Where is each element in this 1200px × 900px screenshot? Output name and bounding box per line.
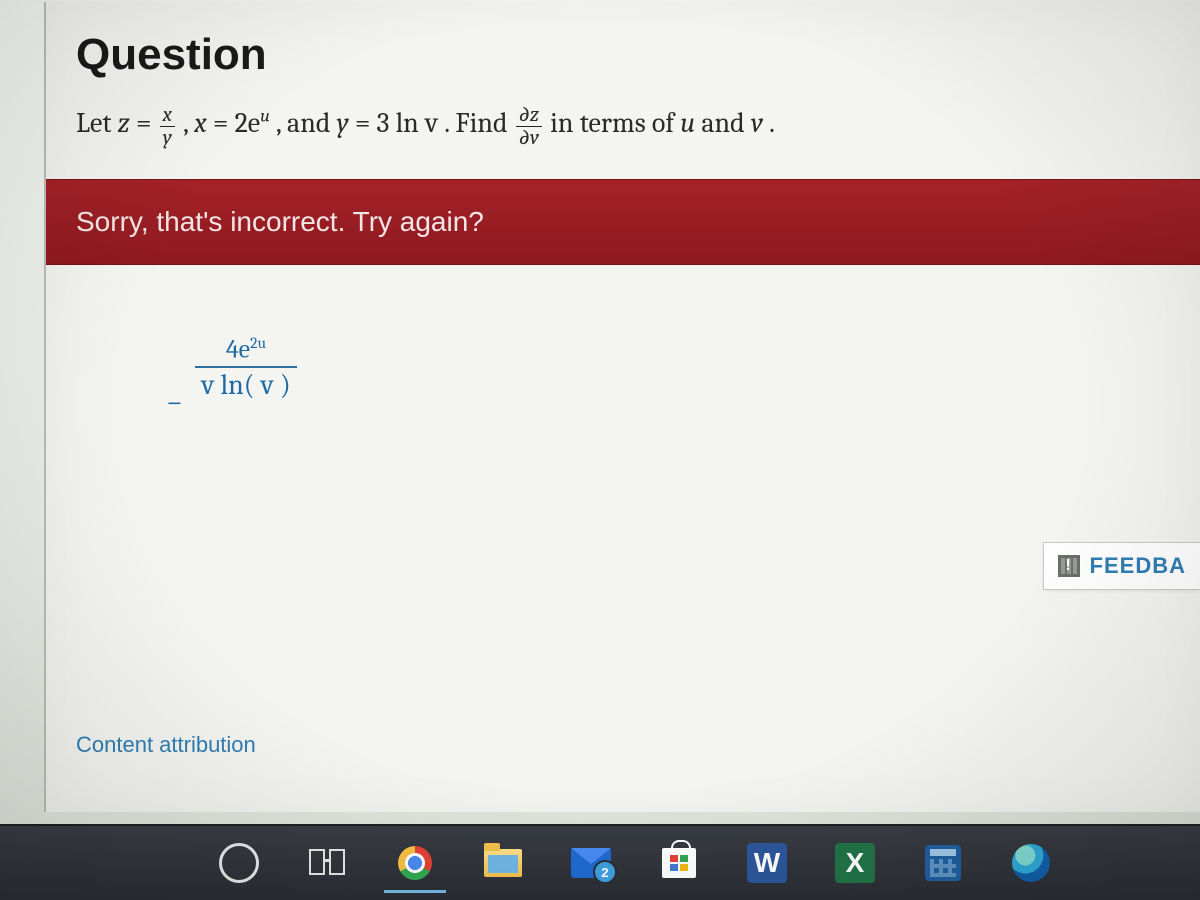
coeff: 4e xyxy=(226,334,250,364)
numerator: x xyxy=(160,104,175,127)
denominator: ∂v xyxy=(516,127,542,149)
question-heading: Question xyxy=(46,2,1200,90)
word-icon: W xyxy=(747,843,787,883)
error-banner: Sorry, that's incorrect. Try again? xyxy=(46,179,1200,265)
question-panel: Question Let z = x y , x = 2eu , and y =… xyxy=(44,2,1200,812)
var-v: v xyxy=(751,107,763,139)
fraction-dz-dv: ∂z ∂v xyxy=(514,104,544,149)
var-x: x xyxy=(194,107,207,139)
text: , and xyxy=(276,107,337,139)
text: and xyxy=(701,107,751,139)
var-y: y xyxy=(337,107,349,139)
submitted-answer: − 4e2u v ln( v ) xyxy=(166,335,297,420)
excel-icon: X xyxy=(835,843,875,883)
calculator-icon xyxy=(925,845,961,881)
taskbar-chrome[interactable] xyxy=(376,830,454,896)
text: Let xyxy=(76,107,118,139)
var-u: u xyxy=(680,107,695,139)
text: = 2e xyxy=(213,107,260,139)
chrome-icon xyxy=(398,846,432,880)
content-attribution-link[interactable]: Content attribution xyxy=(76,732,256,758)
taskbar-mail[interactable]: 2 xyxy=(552,830,630,896)
exp-u: u xyxy=(260,106,270,127)
text: = xyxy=(136,107,158,139)
answer-area[interactable]: − 4e2u v ln( v ) xyxy=(46,265,1200,545)
taskbar-excel[interactable]: X xyxy=(816,830,894,896)
text: . Find xyxy=(444,107,513,139)
minus-sign: − xyxy=(166,385,183,420)
taskbar-word[interactable]: W xyxy=(728,830,806,896)
fraction-x-over-y: x y xyxy=(158,104,177,149)
text: = 3 ln v xyxy=(355,107,438,139)
windows-taskbar: 2 W X xyxy=(0,824,1200,900)
numerator: ∂z xyxy=(516,104,542,127)
screen-root: Question Let z = x y , x = 2eu , and y =… xyxy=(0,0,1200,900)
exp: 2u xyxy=(250,334,266,352)
text: , xyxy=(183,107,194,139)
text: . xyxy=(769,107,775,139)
taskbar-task-view[interactable] xyxy=(288,830,366,896)
text: in terms of xyxy=(550,107,680,139)
taskbar-cortana[interactable] xyxy=(200,830,278,896)
edge-icon xyxy=(1012,844,1050,882)
taskbar-file-explorer[interactable] xyxy=(464,830,542,896)
numerator: 4e2u xyxy=(195,335,296,368)
mail-icon: 2 xyxy=(571,848,611,878)
store-icon xyxy=(662,848,696,878)
denominator: v ln( v ) xyxy=(195,368,296,401)
feedback-label: FEEDBA xyxy=(1090,553,1186,579)
taskbar-edge[interactable] xyxy=(992,830,1070,896)
mail-badge: 2 xyxy=(593,860,617,884)
cortana-icon xyxy=(219,843,259,883)
feedback-button[interactable]: FEEDBA xyxy=(1043,542,1200,590)
question-prompt: Let z = x y , x = 2eu , and y = 3 ln v .… xyxy=(46,90,1200,179)
taskbar-calculator[interactable] xyxy=(904,830,982,896)
denominator: y xyxy=(160,127,175,149)
var-z: z xyxy=(118,107,130,139)
task-view-icon xyxy=(309,849,345,877)
answer-fraction: 4e2u v ln( v ) xyxy=(195,335,296,401)
feedback-icon xyxy=(1058,555,1080,577)
taskbar-store[interactable] xyxy=(640,830,718,896)
folder-icon xyxy=(484,849,522,877)
